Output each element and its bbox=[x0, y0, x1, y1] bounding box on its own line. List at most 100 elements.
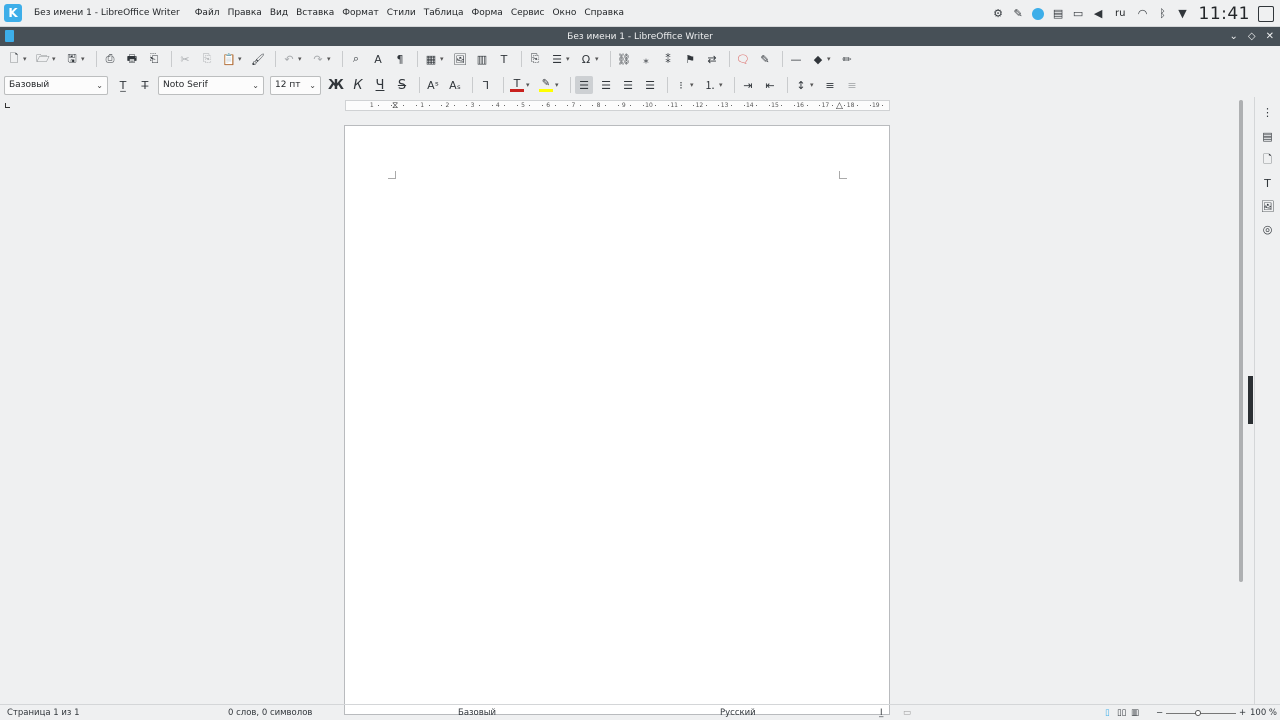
insert-textbox-icon[interactable]: T bbox=[495, 50, 513, 68]
endnote-icon[interactable]: ⁑ bbox=[659, 50, 677, 68]
insert-mode-icon[interactable]: I̲ bbox=[880, 708, 883, 718]
footnote-icon[interactable]: ⁎ bbox=[637, 50, 655, 68]
superscript-icon[interactable]: Aˢ bbox=[424, 76, 442, 94]
new-style-icon[interactable]: T̶ bbox=[136, 76, 154, 94]
save-dropdown-arrow[interactable]: ▾ bbox=[81, 55, 88, 63]
horizontal-ruler[interactable]: ⧖ △ 1 1 2 3 4 5 6 7 8 9 10 11 12 13 14 15 16 17 18 19 bbox=[345, 100, 890, 111]
zoom-level[interactable]: 100 % bbox=[1250, 708, 1277, 718]
track-changes-icon[interactable]: ✎ bbox=[756, 50, 774, 68]
insert-line-icon[interactable]: — bbox=[787, 50, 805, 68]
subscript-icon[interactable]: Aₛ bbox=[446, 76, 464, 94]
menu-form[interactable]: Форма bbox=[469, 8, 506, 18]
gallery-icon[interactable]: 🖼 bbox=[1258, 197, 1277, 216]
selection-mode-icon[interactable]: ▭ bbox=[903, 708, 911, 718]
bluetooth-icon[interactable]: ᛒ bbox=[1153, 4, 1173, 24]
volume-icon[interactable]: ◀ bbox=[1088, 4, 1108, 24]
insert-table-icon[interactable]: ▦ bbox=[422, 50, 440, 68]
zoom-slider[interactable] bbox=[1166, 713, 1236, 714]
underline-button[interactable]: Ч bbox=[371, 76, 389, 94]
print-preview-icon[interactable]: ⎗ bbox=[145, 50, 163, 68]
clone-formatting-icon[interactable]: 🖌 bbox=[249, 50, 267, 68]
tray-expand-icon[interactable]: ▼ bbox=[1173, 4, 1193, 24]
cross-reference-icon[interactable]: ⇄ bbox=[703, 50, 721, 68]
font-name-combo[interactable]: Noto Serif ⌄ bbox=[158, 75, 264, 95]
document-page[interactable] bbox=[344, 125, 890, 715]
tab-type-selector[interactable] bbox=[5, 103, 10, 108]
highlight-color-icon[interactable]: ✎ bbox=[537, 76, 555, 94]
bookmark-icon[interactable]: ⚑ bbox=[681, 50, 699, 68]
strikethrough-button[interactable]: S bbox=[393, 76, 411, 94]
left-indent-marker[interactable]: ⧖ bbox=[392, 101, 398, 111]
page-style[interactable]: Базовый bbox=[458, 708, 496, 718]
insert-field-icon[interactable]: ☰ bbox=[548, 50, 566, 68]
comment-icon[interactable]: 🗨 bbox=[734, 50, 752, 68]
align-right-icon[interactable]: ☰ bbox=[619, 76, 637, 94]
network-icon[interactable] bbox=[1028, 4, 1048, 24]
align-center-icon[interactable]: ☰ bbox=[597, 76, 615, 94]
menu-edit[interactable]: Правка bbox=[225, 8, 265, 18]
minimize-button[interactable]: ⌄ bbox=[1230, 31, 1238, 42]
spelling-icon[interactable]: A bbox=[369, 50, 387, 68]
menu-file[interactable]: Файл bbox=[192, 8, 223, 18]
print-icon[interactable]: 🖶 bbox=[123, 50, 141, 68]
numbering-dropdown-arrow[interactable]: ▾ bbox=[719, 81, 726, 89]
page-icon[interactable]: 🗋 bbox=[1258, 151, 1277, 170]
hyperlink-icon[interactable]: ⛓ bbox=[615, 50, 633, 68]
decrease-paragraph-spacing-icon[interactable]: ≡ bbox=[843, 76, 861, 94]
basic-shapes-icon[interactable]: ◆ bbox=[809, 50, 827, 68]
menu-styles[interactable]: Стили bbox=[384, 8, 419, 18]
text-language[interactable]: Русский bbox=[720, 708, 756, 718]
shapes-dropdown-arrow[interactable]: ▾ bbox=[827, 55, 834, 63]
battery-icon[interactable]: ▭ bbox=[1068, 4, 1088, 24]
paste-dropdown-arrow[interactable]: ▾ bbox=[238, 55, 245, 63]
menu-view[interactable]: Вид bbox=[267, 8, 291, 18]
highlight-dropdown-arrow[interactable]: ▾ bbox=[555, 81, 562, 89]
app-launcher-icon[interactable]: K bbox=[4, 4, 22, 22]
zoom-in-icon[interactable]: + bbox=[1239, 708, 1246, 718]
wifi-icon[interactable]: ◠ bbox=[1133, 4, 1153, 24]
formatting-marks-icon[interactable]: ¶ bbox=[391, 50, 409, 68]
styles-icon[interactable]: T bbox=[1258, 174, 1277, 193]
special-character-icon[interactable]: Ω bbox=[577, 50, 595, 68]
increase-paragraph-spacing-icon[interactable]: ≡ bbox=[821, 76, 839, 94]
justify-icon[interactable]: ☰ bbox=[641, 76, 659, 94]
open-dropdown-arrow[interactable]: ▾ bbox=[52, 55, 59, 63]
increase-indent-icon[interactable]: ⇥ bbox=[739, 76, 757, 94]
export-pdf-icon[interactable]: ⎙ bbox=[101, 50, 119, 68]
page-break-icon[interactable]: ⎘ bbox=[526, 50, 544, 68]
single-page-view-icon[interactable]: ▯ bbox=[1105, 708, 1110, 718]
font-color-icon[interactable]: T bbox=[508, 76, 526, 94]
menu-format[interactable]: Формат bbox=[339, 8, 382, 18]
maximize-button[interactable]: ◇ bbox=[1248, 31, 1256, 42]
show-desktop-button[interactable] bbox=[1258, 5, 1274, 22]
redo-icon[interactable]: ↷ bbox=[309, 50, 327, 68]
new-document-icon[interactable]: 🗋 bbox=[5, 50, 23, 68]
italic-button[interactable]: К bbox=[349, 76, 367, 94]
save-icon[interactable]: 🖫 bbox=[63, 50, 81, 68]
field-dropdown-arrow[interactable]: ▾ bbox=[566, 55, 573, 63]
multi-page-view-icon[interactable]: ▯▯ bbox=[1117, 708, 1126, 718]
word-count[interactable]: 0 слов, 0 символов bbox=[228, 708, 312, 718]
redo-dropdown-arrow[interactable]: ▾ bbox=[327, 55, 334, 63]
clipboard-icon[interactable]: ▤ bbox=[1048, 4, 1068, 24]
undo-dropdown-arrow[interactable]: ▾ bbox=[298, 55, 305, 63]
zoom-out-icon[interactable]: − bbox=[1156, 708, 1163, 718]
paragraph-style-combo[interactable]: Базовый ⌄ bbox=[4, 75, 108, 95]
font-color-dropdown-arrow[interactable]: ▾ bbox=[526, 81, 533, 89]
menu-tools[interactable]: Сервис bbox=[508, 8, 548, 18]
clear-formatting-icon[interactable]: Ꞁ bbox=[477, 76, 495, 94]
bold-button[interactable]: Ж bbox=[327, 76, 345, 94]
vertical-scrollbar[interactable] bbox=[1238, 100, 1244, 700]
open-folder-icon[interactable]: 🗁 bbox=[34, 50, 52, 68]
paste-icon[interactable]: 📋 bbox=[220, 50, 238, 68]
close-button[interactable]: ✕ bbox=[1266, 31, 1274, 42]
line-spacing-dropdown-arrow[interactable]: ▾ bbox=[810, 81, 817, 89]
numbered-list-icon[interactable]: ⒈ bbox=[701, 76, 719, 94]
cut-icon[interactable]: ✂ bbox=[176, 50, 194, 68]
update-style-icon[interactable]: T̲ bbox=[114, 76, 132, 94]
updates-icon[interactable]: ⚙ bbox=[988, 4, 1008, 24]
scrollbar-thumb[interactable] bbox=[1239, 100, 1243, 582]
undo-icon[interactable]: ↶ bbox=[280, 50, 298, 68]
page-count[interactable]: Страница 1 из 1 bbox=[7, 708, 80, 718]
sidebar-menu-icon[interactable]: ⋮ bbox=[1258, 103, 1277, 122]
